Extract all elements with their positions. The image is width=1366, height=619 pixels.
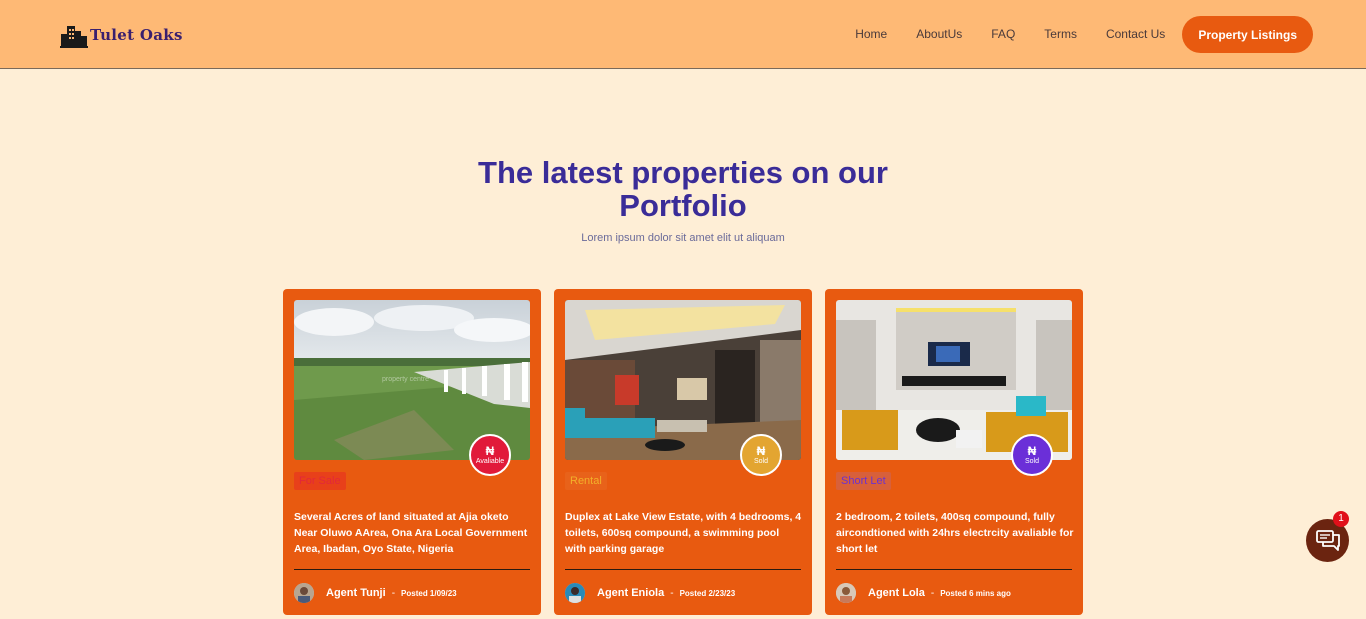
property-description[interactable]: 2 bedroom, 2 toilets, 400sq compound, fu… — [836, 509, 1074, 557]
agent-info: Agent Lola - Posted 6 mins ago — [836, 583, 1011, 603]
avatar[interactable] — [565, 583, 585, 603]
separator: - — [930, 587, 935, 599]
nav-terms[interactable]: Terms — [1044, 16, 1077, 53]
brand-logo[interactable]: Tulet Oaks — [60, 22, 183, 48]
posted-date: Posted 6 mins ago — [940, 588, 1011, 598]
status-badge: ₦ Sold — [1011, 434, 1053, 476]
agent-info: Agent Tunji - Posted 1/09/23 — [294, 583, 457, 603]
agent-info: Agent Eniola - Posted 2/23/23 — [565, 583, 735, 603]
property-listings-button[interactable]: Property Listings — [1182, 16, 1313, 53]
image-watermark: property centre — [382, 376, 430, 383]
naira-icon: ₦ — [756, 443, 766, 458]
property-description[interactable]: Several Acres of land situated at Ajia o… — [294, 509, 532, 557]
status-label: Avaliable — [475, 457, 505, 465]
property-card[interactable]: ₦ Sold Short Let 2 bedroom, 2 toilets, 4… — [825, 289, 1083, 615]
naira-icon: ₦ — [485, 443, 495, 458]
listing-type-tag: For Sale — [294, 472, 346, 490]
separator: - — [670, 587, 674, 599]
agent-name[interactable]: Agent Eniola — [597, 587, 664, 599]
brand-name: Tulet Oaks — [90, 26, 183, 44]
property-card[interactable]: property centre ₦ Avaliable For Sale Sev… — [283, 289, 541, 615]
separator: - — [391, 587, 396, 599]
navbar: Tulet Oaks Home AboutUs FAQ Terms Contac… — [0, 0, 1366, 69]
naira-icon: ₦ — [1027, 443, 1037, 458]
avatar[interactable] — [294, 583, 314, 603]
status-badge: ₦ Avaliable — [469, 434, 511, 476]
nav-home[interactable]: Home — [855, 16, 887, 53]
building-logo-icon — [60, 26, 88, 48]
agent-name[interactable]: Agent Lola — [868, 587, 925, 599]
chat-icon — [1315, 529, 1340, 551]
agent-name[interactable]: Agent Tunji — [326, 587, 386, 599]
property-description[interactable]: Duplex at Lake View Estate, with 4 bedro… — [565, 509, 803, 557]
property-card[interactable]: ₦ Sold Rental Duplex at Lake View Estate… — [554, 289, 812, 615]
nav-links: Home AboutUs FAQ Terms Contact Us Proper… — [826, 16, 1313, 53]
card-divider — [836, 569, 1072, 570]
listing-type-tag: Rental — [565, 472, 607, 490]
nav-contact-us[interactable]: Contact Us — [1106, 16, 1165, 53]
page-title: The latest properties on our Portfolio — [0, 156, 1366, 222]
card-divider — [565, 569, 801, 570]
avatar[interactable] — [836, 583, 856, 603]
card-divider — [294, 569, 530, 570]
status-label: Sold — [753, 457, 768, 465]
page-title-line2: Portfolio — [619, 188, 747, 223]
posted-date: Posted 1/09/23 — [401, 588, 457, 598]
nav-faq[interactable]: FAQ — [991, 16, 1015, 53]
chat-unread-badge: 1 — [1333, 511, 1349, 527]
status-badge: ₦ Sold — [740, 434, 782, 476]
status-label: Sold — [1024, 457, 1039, 465]
listing-type-tag: Short Let — [836, 472, 891, 490]
posted-date: Posted 2/23/23 — [679, 588, 736, 598]
nav-aboutus[interactable]: AboutUs — [916, 16, 962, 53]
page-subtitle: Lorem ipsum dolor sit amet elit ut aliqu… — [581, 232, 785, 244]
page-title-line1: The latest properties on our — [478, 155, 888, 190]
